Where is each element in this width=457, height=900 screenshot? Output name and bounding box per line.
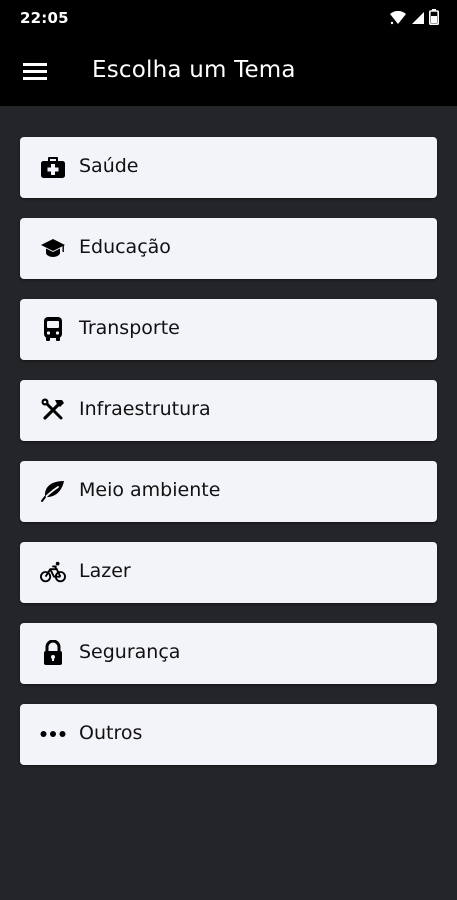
status-bar: 22:05	[0, 0, 457, 38]
theme-card-transporte[interactable]: Transporte	[20, 299, 437, 360]
theme-label: Educação	[79, 236, 171, 258]
graduation-cap-icon	[40, 235, 66, 261]
theme-label: Infraestrutura	[79, 398, 211, 420]
signal-icon	[411, 10, 425, 29]
theme-card-meio-ambiente[interactable]: Meio ambiente	[20, 461, 437, 522]
theme-label: Meio ambiente	[79, 479, 221, 501]
theme-list: Saúde Educação Transporte Infraestrutura…	[0, 106, 457, 900]
theme-label: Transporte	[79, 317, 180, 339]
tools-icon	[40, 397, 66, 423]
status-time: 22:05	[20, 9, 69, 27]
theme-card-lazer[interactable]: Lazer	[20, 542, 437, 603]
leaf-icon	[40, 478, 66, 504]
theme-card-seguranca[interactable]: Segurança	[20, 623, 437, 684]
wifi-icon	[389, 10, 407, 29]
theme-card-outros[interactable]: Outros	[20, 704, 437, 765]
theme-label: Outros	[79, 722, 143, 744]
menu-icon	[22, 63, 48, 86]
theme-label: Lazer	[79, 560, 131, 582]
app-bar: Escolha um Tema	[0, 38, 457, 106]
battery-icon	[429, 9, 439, 29]
theme-label: Segurança	[79, 641, 181, 663]
medical-kit-icon	[40, 154, 66, 180]
theme-card-educacao[interactable]: Educação	[20, 218, 437, 279]
status-icons	[389, 9, 439, 29]
bicycle-icon	[40, 559, 66, 585]
page-title: Escolha um Tema	[92, 57, 296, 83]
bus-icon	[40, 316, 66, 342]
theme-label: Saúde	[79, 155, 139, 177]
theme-card-saude[interactable]: Saúde	[20, 137, 437, 198]
lock-icon	[40, 640, 66, 666]
menu-button[interactable]	[22, 60, 48, 82]
theme-card-infraestrutura[interactable]: Infraestrutura	[20, 380, 437, 441]
more-horizontal-icon	[40, 721, 66, 747]
